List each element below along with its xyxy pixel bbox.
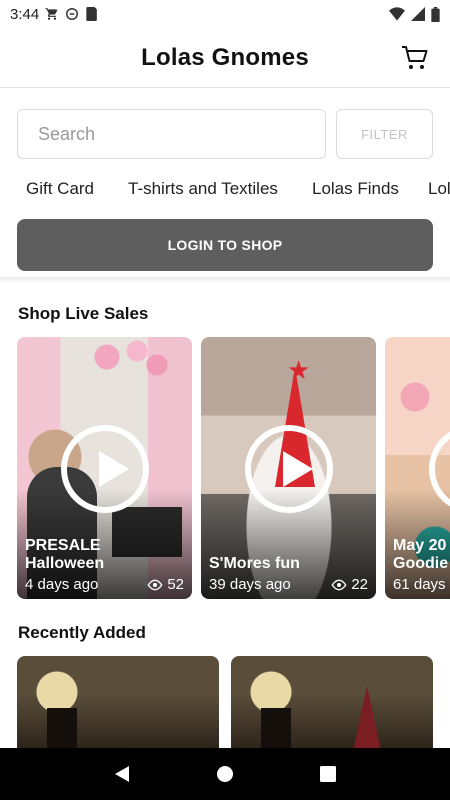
wifi-icon [389, 7, 405, 21]
recents-square-icon [320, 766, 337, 782]
status-time: 3:44 [10, 5, 40, 23]
castle-silhouette [261, 708, 291, 751]
category-tshirts-textiles[interactable]: T-shirts and Textiles [128, 179, 278, 199]
live-sale-card[interactable]: PRESALE Halloween 4 days ago 52 [17, 337, 192, 599]
system-nav-bar [0, 748, 450, 800]
sync-notification-icon [65, 7, 79, 21]
live-sale-age: 4 days ago [25, 576, 99, 593]
page-title: Lolas Gnomes [141, 43, 309, 71]
cart-icon [402, 46, 428, 69]
live-sale-title: PRESALE Halloween [25, 537, 105, 572]
battery-icon [431, 6, 440, 22]
live-sale-views: 22 [331, 576, 368, 593]
cart-button[interactable] [400, 43, 430, 73]
eye-icon [147, 579, 163, 590]
gnome-hat-figure [353, 686, 381, 751]
nav-back-button[interactable] [102, 754, 142, 794]
recently-added-title: Recently Added [18, 623, 146, 642]
home-circle-icon [216, 766, 233, 782]
live-sale-title: S'Mores fun [209, 555, 300, 572]
filter-button[interactable]: FILTER [336, 109, 433, 159]
category-lolas-finds[interactable]: Lolas Finds [312, 179, 399, 199]
status-left: 3:44 [10, 5, 98, 23]
live-sales-title: Shop Live Sales [18, 304, 149, 323]
castle-silhouette [47, 708, 77, 751]
play-triangle [99, 451, 129, 487]
live-sale-title: May 20 Goodie [393, 537, 449, 572]
play-triangle [283, 451, 313, 487]
live-sale-age: 39 days ago [209, 576, 291, 593]
live-sale-view-count: 52 [167, 576, 184, 593]
sd-card-notification-icon [85, 7, 98, 21]
category-gift-card[interactable]: Gift Card [26, 179, 94, 199]
live-sale-views: 52 [147, 576, 184, 593]
shopping-cart-notification-icon [45, 7, 59, 21]
cell-signal-icon [411, 7, 425, 21]
nav-home-button[interactable] [205, 754, 245, 794]
login-to-shop-button[interactable]: LOGIN TO SHOP [17, 219, 433, 271]
back-triangle-icon [114, 766, 129, 782]
live-sale-age: 61 days [393, 576, 446, 593]
play-icon [61, 425, 149, 513]
live-sale-card[interactable]: ★ S'Mores fun 39 days ago 22 [201, 337, 376, 599]
search-row: FILTER [17, 109, 433, 159]
category-strip[interactable]: Gift Card T-shirts and Textiles Lolas Fi… [0, 170, 450, 208]
live-sale-meta: 61 days [393, 576, 446, 593]
live-sale-view-count: 22 [351, 576, 368, 593]
play-icon [245, 425, 333, 513]
nav-recents-button[interactable] [308, 754, 348, 794]
status-bar: 3:44 [0, 0, 450, 28]
live-sale-card[interactable]: May 20 Goodie 61 days [385, 337, 450, 599]
recent-product-card[interactable] [17, 656, 219, 751]
recent-product-card[interactable] [231, 656, 433, 751]
app-header: Lolas Gnomes [0, 28, 450, 88]
star-icon: ★ [287, 355, 311, 385]
eye-icon [331, 579, 347, 590]
section-divider [0, 277, 450, 283]
category-partial[interactable]: Lol [428, 179, 450, 199]
status-right [389, 6, 440, 22]
search-input[interactable] [17, 109, 326, 159]
live-sale-meta: 39 days ago 22 [209, 576, 368, 593]
live-sale-meta: 4 days ago 52 [25, 576, 184, 593]
